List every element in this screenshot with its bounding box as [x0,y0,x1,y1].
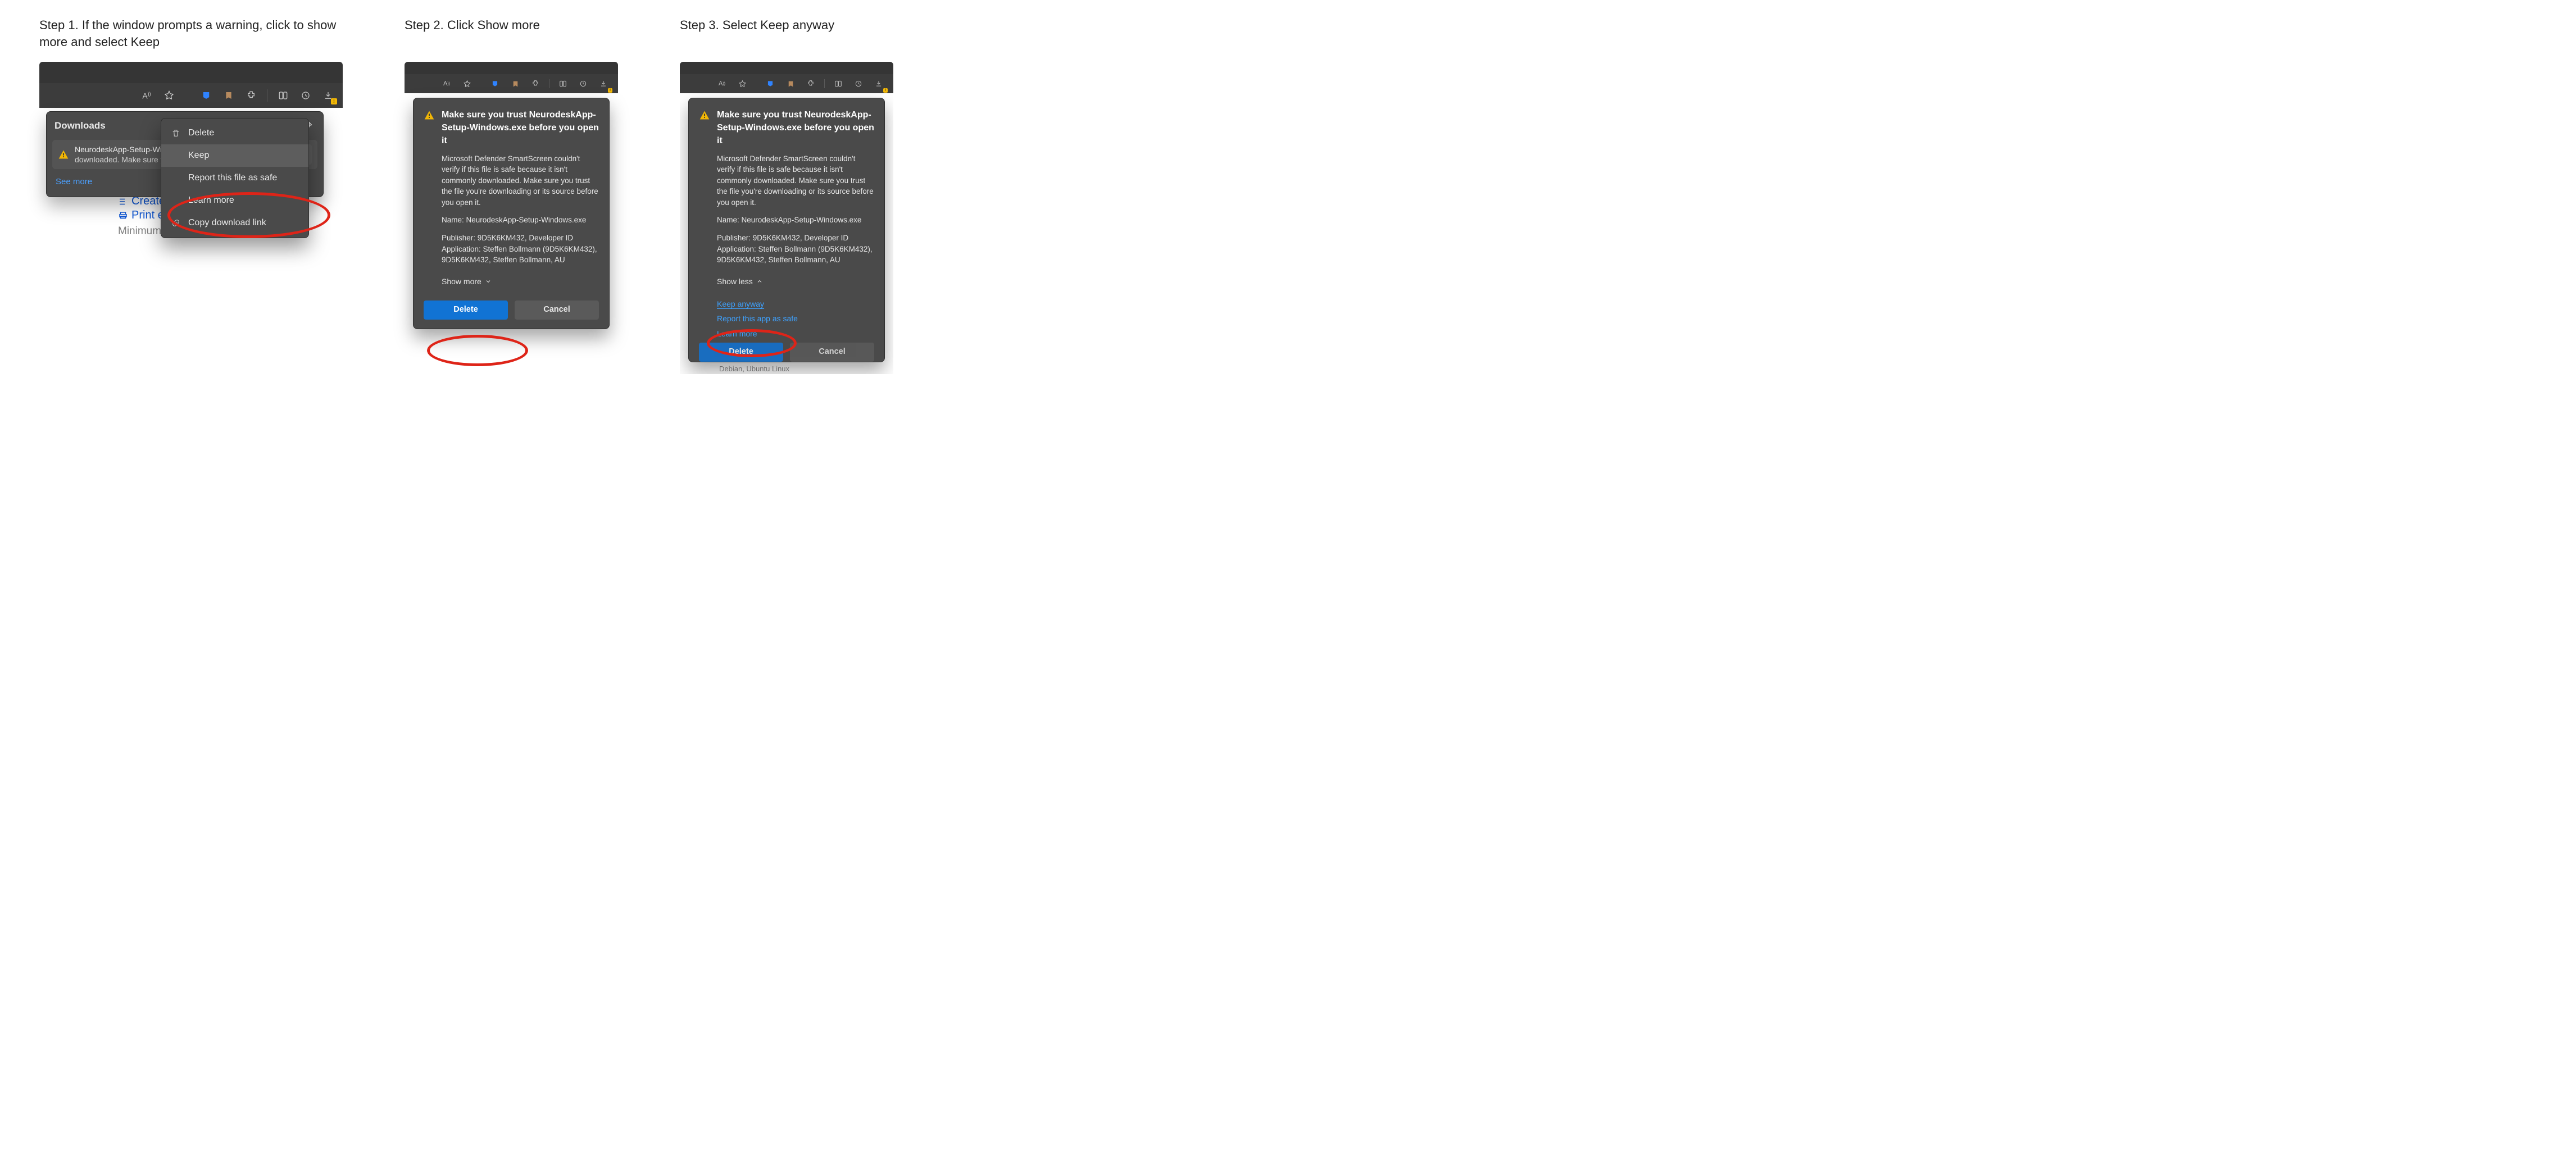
downloads-icon[interactable]: ! [871,76,887,92]
show-less-toggle[interactable]: Show less [717,276,763,287]
split-screen-icon[interactable] [275,88,291,103]
browser-iconbar: A)) ! [680,74,893,93]
highlight-ring-showmore [427,335,528,366]
warning-icon [424,110,435,121]
warning-badge-icon: ! [331,98,337,104]
link-icon [170,217,181,229]
favorite-icon[interactable] [161,88,177,103]
delete-button[interactable]: Delete [424,301,508,320]
extensions-icon[interactable] [528,76,543,92]
ctx-keep[interactable]: Keep [161,144,308,167]
favorite-icon[interactable] [734,76,750,92]
bookmark-icon[interactable] [783,76,798,92]
warning-body-1: Microsoft Defender SmartScreen couldn't … [717,153,874,208]
split-screen-icon[interactable] [830,76,846,92]
ctx-delete-label: Delete [188,128,214,138]
download-context-menu: Delete Keep Report this file as safe Lea… [161,118,309,238]
background-text: Debian, Ubuntu Linux [719,365,789,373]
window-tabstrip [405,62,618,74]
ctx-learn-more-label: Learn more [188,195,234,206]
warning-heading: Make sure you trust NeurodeskApp-Setup-W… [442,108,599,148]
show-more-toggle[interactable]: Show more [442,276,492,287]
ctx-report-safe-label: Report this file as safe [188,173,277,183]
ctx-report-safe[interactable]: Report this file as safe [161,167,308,189]
ctx-learn-more[interactable]: Learn more [161,189,308,212]
bookmark-icon[interactable] [221,88,237,103]
downloads-icon[interactable]: ! [596,76,611,92]
extensions-icon[interactable] [803,76,819,92]
read-aloud-icon[interactable]: A)) [139,88,155,103]
keep-anyway-link[interactable]: Keep anyway [717,298,874,309]
history-icon[interactable] [575,76,591,92]
shield-icon-blue[interactable] [198,88,214,103]
warning-heading: Make sure you trust NeurodeskApp-Setup-W… [717,108,874,148]
shield-icon-blue[interactable] [487,76,503,92]
cancel-button[interactable]: Cancel [515,301,599,320]
step-1-label: Step 1. If the window prompts a warning,… [39,17,343,52]
ctx-copy-link-label: Copy download link [188,218,266,228]
split-screen-icon[interactable] [555,76,571,92]
ctx-keep-label: Keep [188,151,209,161]
warning-publisher: Publisher: 9D5K6KM432, Developer ID Appl… [442,233,599,266]
browser-iconbar: A)) ! [405,74,618,93]
favorite-icon[interactable] [459,76,475,92]
warning-icon [58,149,69,160]
history-icon[interactable] [298,88,314,103]
ctx-delete[interactable]: Delete [161,122,308,144]
extensions-icon[interactable] [243,88,259,103]
chevron-up-icon [756,278,763,285]
downloads-icon[interactable]: ! [320,88,336,103]
cancel-button[interactable]: Cancel [790,343,874,362]
read-aloud-icon[interactable]: A)) [714,76,730,92]
warning-body-1: Microsoft Defender SmartScreen couldn't … [442,153,599,208]
report-app-safe-link[interactable]: Report this app as safe [717,313,874,324]
browser-iconbar: A)) [39,83,343,108]
ctx-copy-link[interactable]: Copy download link [161,212,308,234]
warning-icon [699,110,710,121]
delete-button[interactable]: Delete [699,343,783,362]
window-tabstrip [39,62,343,83]
warning-publisher: Publisher: 9D5K6KM432, Developer ID Appl… [717,233,874,266]
window-tabstrip [680,62,893,74]
read-aloud-icon[interactable]: A)) [439,76,455,92]
warning-file-name: Name: NeurodeskApp-Setup-Windows.exe [442,215,599,226]
smartscreen-warning-panel-expanded: Make sure you trust NeurodeskApp-Setup-W… [688,98,885,362]
learn-more-link[interactable]: Learn more [717,328,874,339]
trash-icon [170,128,181,139]
smartscreen-warning-panel: Make sure you trust NeurodeskApp-Setup-W… [413,98,610,329]
warning-file-name: Name: NeurodeskApp-Setup-Windows.exe [717,215,874,226]
shield-icon-blue[interactable] [762,76,778,92]
chevron-down-icon [485,278,492,285]
step-2-label: Step 2. Click Show more [405,17,618,52]
bookmark-icon[interactable] [507,76,523,92]
step-3-label: Step 3. Select Keep anyway [680,17,893,52]
history-icon[interactable] [851,76,866,92]
